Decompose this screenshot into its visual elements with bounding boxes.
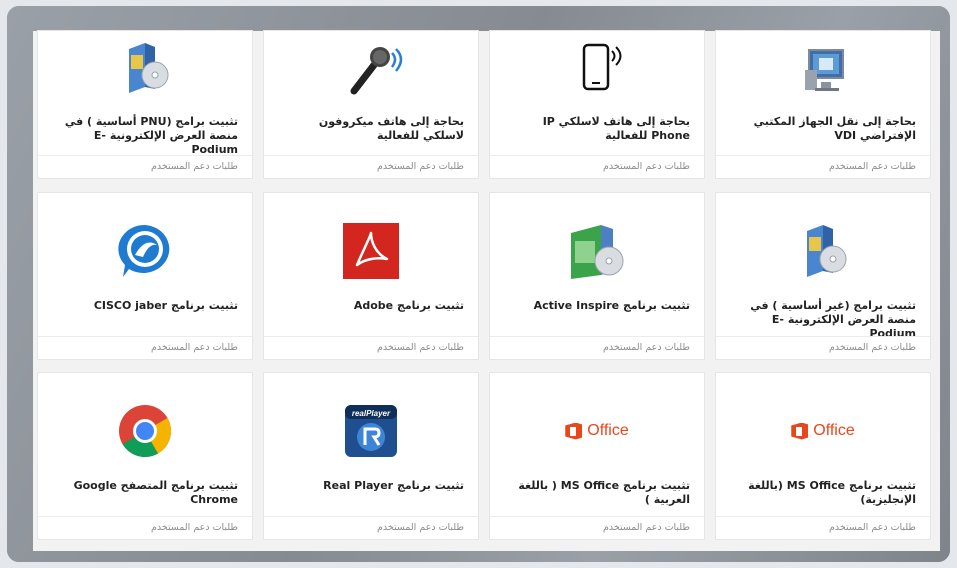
card-category: طلبات دعم المستخدم bbox=[376, 522, 464, 533]
card-title: تثبيت برامج (PNU أساسية ) في منصة العرض … bbox=[64, 115, 238, 156]
office-logo-mark bbox=[565, 422, 583, 440]
real-player-icon: realPlayer bbox=[345, 405, 397, 457]
card-category: طلبات دعم المستخدم bbox=[150, 161, 238, 172]
page-frame: بحاجة إلى نقل الجهاز المكتبي الإفتراضي V… bbox=[0, 0, 957, 568]
card-category: طلبات دعم المستخدم bbox=[150, 342, 238, 353]
card-divider bbox=[38, 516, 252, 517]
office-icon: Office bbox=[791, 422, 855, 440]
card-divider bbox=[38, 336, 252, 337]
cisco-jabber-icon bbox=[118, 224, 170, 277]
card-title: تثبيت برنامج Adobe bbox=[353, 299, 464, 312]
card-divider bbox=[716, 155, 930, 156]
card-category: طلبات دعم المستخدم bbox=[376, 342, 464, 353]
service-card-office-english[interactable]: Office تثبيت برنامج MS Office (باللغة ال… bbox=[716, 373, 930, 539]
card-title: تثبيت برنامج MS Office ( باللغة العربية … bbox=[518, 479, 690, 506]
card-category: طلبات دعم المستخدم bbox=[828, 342, 916, 353]
software-install-icon bbox=[807, 225, 847, 277]
card-title: تثبيت برنامج Real Player bbox=[323, 479, 464, 492]
card-divider bbox=[264, 336, 478, 337]
service-card-pnu-software[interactable]: تثبيت برامج (PNU أساسية ) في منصة العرض … bbox=[38, 31, 252, 178]
card-title: تثبيت برنامج MS Office (باللغة الإنجليزي… bbox=[748, 479, 916, 506]
service-card-chrome[interactable]: تثبيت برنامج المتصفح Google Chrome طلبات… bbox=[38, 373, 252, 539]
service-card-real-player[interactable]: realPlayer تثبيت برنامج Real Player طلبا… bbox=[264, 373, 478, 539]
card-divider bbox=[490, 155, 704, 156]
card-icon-area: realPlayer bbox=[264, 401, 478, 461]
ip-phone-icon bbox=[582, 43, 622, 91]
virtual-desktop-icon bbox=[805, 49, 844, 91]
office-logo-mark bbox=[791, 422, 809, 440]
card-divider bbox=[716, 336, 930, 337]
card-icon-area bbox=[38, 221, 252, 281]
service-card-office-arabic[interactable]: Office تثبيت برنامج MS Office ( باللغة ا… bbox=[490, 373, 704, 539]
service-card-cisco-jabber[interactable]: تثبيت برنامج CISCO jaber طلبات دعم المست… bbox=[38, 193, 252, 359]
card-divider bbox=[490, 336, 704, 337]
microphone-icon bbox=[350, 47, 403, 95]
card-category: طلبات دعم المستخدم bbox=[828, 161, 916, 172]
card-category: طلبات دعم المستخدم bbox=[602, 342, 690, 353]
card-title: تثبيت برنامج المتصفح Google Chrome bbox=[73, 479, 238, 506]
card-title: بحاجة إلى هاتف ميكروفون لاسلكي للفعالية bbox=[318, 115, 464, 142]
card-icon-area bbox=[38, 401, 252, 461]
service-card-non-basic-software[interactable]: تثبيت برامج (غير أساسية ) في منصة العرض … bbox=[716, 193, 930, 359]
office-logo-text: Office bbox=[587, 422, 629, 439]
card-divider bbox=[38, 155, 252, 156]
card-divider bbox=[264, 516, 478, 517]
card-category: طلبات دعم المستخدم bbox=[150, 522, 238, 533]
card-title: تثبيت برامج (غير أساسية ) في منصة العرض … bbox=[750, 299, 916, 340]
office-logo-text: Office bbox=[813, 422, 855, 439]
chrome-icon bbox=[119, 405, 171, 457]
card-category: طلبات دعم المستخدم bbox=[376, 161, 464, 172]
service-card-vdi[interactable]: بحاجة إلى نقل الجهاز المكتبي الإفتراضي V… bbox=[716, 31, 930, 178]
content-panel: بحاجة إلى نقل الجهاز المكتبي الإفتراضي V… bbox=[7, 6, 950, 562]
real-player-wordmark: realPlayer bbox=[352, 409, 391, 418]
card-icon-area: Office bbox=[716, 401, 930, 461]
service-card-grid: بحاجة إلى نقل الجهاز المكتبي الإفتراضي V… bbox=[33, 31, 940, 551]
office-icon: Office bbox=[565, 422, 629, 440]
card-divider bbox=[490, 516, 704, 517]
card-title: تثبيت برنامج CISCO jaber bbox=[93, 299, 238, 312]
service-card-ip-phone[interactable]: بحاجة إلى هاتف لاسلكي IP Phone للفعالية … bbox=[490, 31, 704, 178]
card-divider bbox=[264, 155, 478, 156]
active-inspire-icon bbox=[571, 225, 624, 279]
service-card-microphone[interactable]: بحاجة إلى هاتف ميكروفون لاسلكي للفعالية … bbox=[264, 31, 478, 178]
service-card-adobe[interactable]: تثبيت برنامج Adobe طلبات دعم المستخدم bbox=[264, 193, 478, 359]
adobe-icon bbox=[343, 223, 399, 279]
card-icon-area: Office bbox=[490, 401, 704, 461]
card-title: تثبيت برنامج Active Inspire bbox=[533, 299, 690, 312]
card-icon-area bbox=[716, 39, 930, 99]
software-install-icon bbox=[129, 43, 169, 93]
card-title: بحاجة إلى نقل الجهاز المكتبي الإفتراضي V… bbox=[753, 115, 916, 142]
card-icon-area bbox=[716, 221, 930, 281]
card-icon-area bbox=[264, 39, 478, 99]
card-icon-area bbox=[490, 221, 704, 281]
card-icon-area bbox=[38, 39, 252, 99]
card-category: طلبات دعم المستخدم bbox=[602, 522, 690, 533]
card-icon-area bbox=[264, 221, 478, 281]
card-title: بحاجة إلى هاتف لاسلكي IP Phone للفعالية bbox=[542, 115, 690, 142]
card-icon-area bbox=[490, 39, 704, 99]
card-category: طلبات دعم المستخدم bbox=[828, 522, 916, 533]
card-divider bbox=[716, 516, 930, 517]
service-card-active-inspire[interactable]: تثبيت برنامج Active Inspire طلبات دعم ال… bbox=[490, 193, 704, 359]
card-category: طلبات دعم المستخدم bbox=[602, 161, 690, 172]
